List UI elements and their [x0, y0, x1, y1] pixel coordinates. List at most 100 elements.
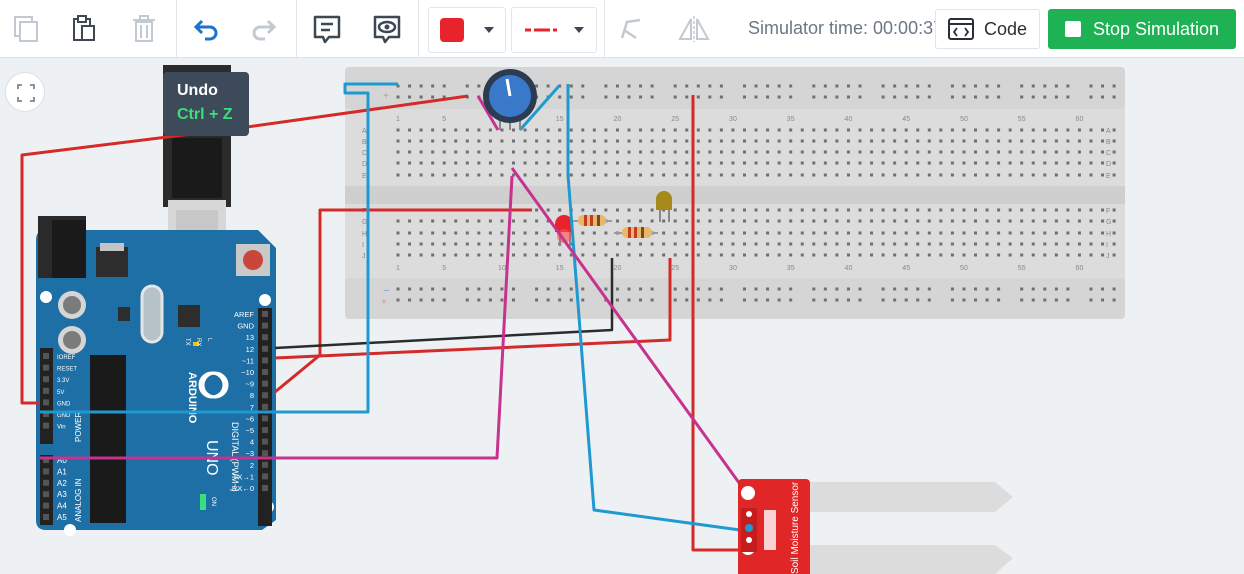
- header-pin[interactable]: [262, 427, 268, 433]
- pin-label: Vin: [57, 425, 66, 431]
- column-label: 60: [1076, 116, 1084, 123]
- pin-label: GND: [57, 413, 71, 419]
- column-label: 5: [442, 265, 446, 272]
- rail-plus-label-bottom: +: [381, 297, 387, 308]
- row-label: C: [1106, 150, 1111, 157]
- row-label: B: [1106, 139, 1111, 146]
- pin-label: 4: [250, 438, 254, 447]
- row-label: B: [362, 139, 367, 146]
- column-label: 30: [729, 265, 737, 272]
- pin-label: GND: [57, 401, 71, 407]
- column-label: 15: [556, 116, 564, 123]
- column-label: 50: [960, 265, 968, 272]
- column-label: 60: [1076, 265, 1084, 272]
- row-label: E: [362, 173, 367, 180]
- header-pin[interactable]: [43, 468, 49, 475]
- header-pin[interactable]: [262, 380, 268, 387]
- header-pin[interactable]: [43, 399, 49, 406]
- pin-label: ~6: [245, 414, 254, 423]
- pin-label: A3: [57, 490, 67, 499]
- pin-label: ~9: [245, 380, 254, 389]
- arduino-brand: ARDUINO: [186, 372, 198, 424]
- header-pin[interactable]: [43, 479, 49, 486]
- pin-label: 8: [250, 391, 254, 400]
- header-pin[interactable]: [262, 322, 268, 329]
- row-label: F: [1106, 208, 1110, 215]
- column-label: 25: [671, 116, 679, 123]
- row-label: A: [1106, 128, 1111, 135]
- header-pin[interactable]: [43, 422, 49, 429]
- row-label: E: [1106, 173, 1111, 180]
- rail-plus-label: +: [383, 91, 389, 102]
- tooltip-title: Undo: [177, 82, 218, 99]
- row-label: D: [1106, 161, 1111, 168]
- power-label: POWER: [74, 412, 83, 442]
- pin-label: 5V: [57, 390, 64, 396]
- column-label: 10: [498, 265, 506, 272]
- pin-label: 3.3V: [57, 378, 69, 384]
- row-label: C: [362, 150, 367, 157]
- undo-tooltip: Undo Ctrl + Z: [163, 72, 249, 136]
- led-label: TX: [184, 338, 190, 346]
- pin-label: 13: [246, 333, 254, 342]
- pin-label: ~5: [245, 426, 254, 435]
- pin-label: A1: [57, 467, 67, 476]
- column-label: 35: [787, 265, 795, 272]
- row-label: A: [362, 128, 367, 135]
- header-pin[interactable]: [43, 387, 49, 394]
- header-pin[interactable]: [262, 438, 268, 445]
- column-label: 55: [1018, 265, 1026, 272]
- header-pin[interactable]: [262, 415, 268, 422]
- row-label: D: [362, 161, 367, 168]
- header-pin[interactable]: [262, 345, 268, 352]
- header-pin[interactable]: [262, 392, 268, 399]
- column-label: 30: [729, 116, 737, 123]
- column-label: 20: [614, 265, 622, 272]
- header-pin[interactable]: [43, 502, 49, 509]
- row-label: H: [362, 231, 367, 238]
- row-label: I: [1106, 242, 1108, 249]
- header-pin[interactable]: [262, 461, 268, 468]
- pin-label: RESET: [57, 367, 77, 373]
- breadboard[interactable]: 1155101015152020252530303535404045455050…: [345, 67, 1125, 319]
- header-pin[interactable]: [43, 491, 49, 498]
- header-pin[interactable]: [262, 357, 268, 364]
- header-pin[interactable]: [262, 369, 268, 375]
- pin-label: GND: [237, 322, 254, 331]
- pin-label: ~11: [242, 356, 254, 365]
- column-label: 40: [845, 265, 853, 272]
- pin-label: 2: [250, 461, 254, 470]
- rail-minus-label: −: [383, 285, 389, 297]
- pin-label: A4: [57, 502, 67, 511]
- header-pin[interactable]: [262, 403, 268, 410]
- column-label: 25: [671, 265, 679, 272]
- header-pin[interactable]: [43, 514, 49, 520]
- column-label: 45: [902, 265, 910, 272]
- led-label: RX: [195, 338, 201, 346]
- row-label: H: [1106, 231, 1111, 238]
- on-label: ON: [210, 497, 216, 506]
- header-pin[interactable]: [262, 450, 268, 457]
- pin-label: A2: [57, 479, 67, 488]
- soil-moisture-sensor[interactable]: Soil Moisture Sensor: [738, 479, 1013, 574]
- header-pin[interactable]: [43, 376, 49, 383]
- column-label: 55: [1018, 116, 1026, 123]
- column-label: 15: [556, 265, 564, 272]
- pin-label: A5: [57, 513, 67, 522]
- header-pin[interactable]: [43, 364, 49, 371]
- header-pin[interactable]: [262, 311, 268, 317]
- column-label: 1: [396, 265, 400, 272]
- header-pin[interactable]: [43, 353, 49, 359]
- analog-label: ANALOG IN: [74, 478, 83, 522]
- row-label: J: [1106, 253, 1110, 260]
- column-label: 5: [442, 116, 446, 123]
- column-label: 1: [396, 116, 400, 123]
- column-label: 40: [845, 116, 853, 123]
- row-label: I: [362, 242, 364, 249]
- header-pin[interactable]: [262, 485, 268, 491]
- pin-label: IOREF: [57, 355, 76, 361]
- row-label: G: [1106, 219, 1111, 226]
- header-pin[interactable]: [262, 334, 268, 341]
- header-pin[interactable]: [262, 473, 268, 480]
- pin-label: AREF: [234, 310, 254, 319]
